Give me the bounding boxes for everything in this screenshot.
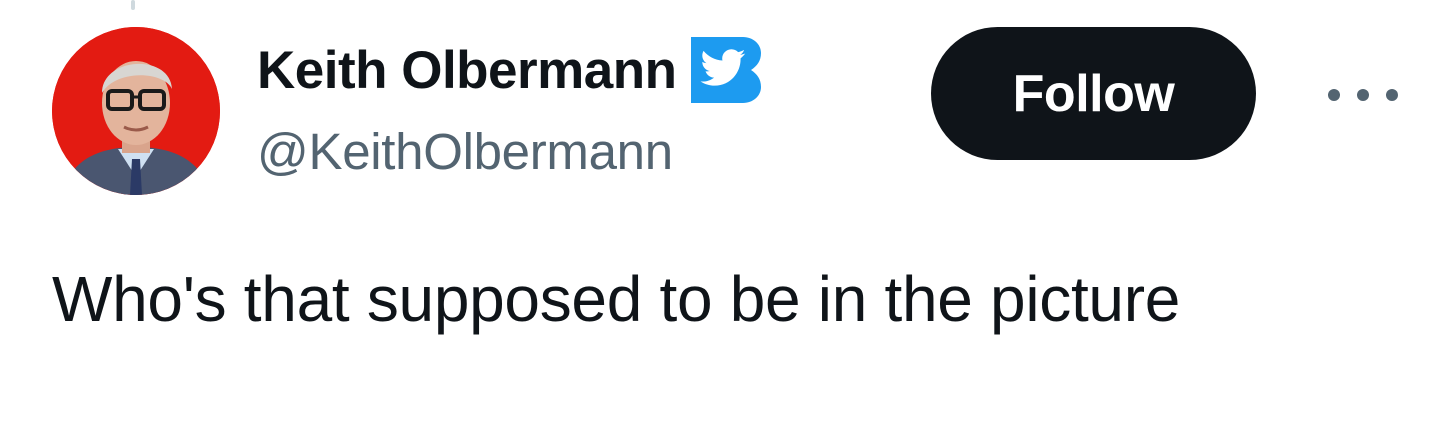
- follow-button[interactable]: Follow: [931, 27, 1256, 160]
- twitter-bird-badge-icon: [690, 37, 763, 103]
- author-handle[interactable]: @KeithOlbermann: [257, 122, 673, 181]
- more-dot: [1386, 89, 1398, 101]
- more-dot: [1328, 89, 1340, 101]
- thread-connector-line: [131, 0, 135, 10]
- more-dots-icon[interactable]: [1328, 78, 1398, 112]
- tweet-text: Who's that supposed to be in the picture: [52, 263, 1181, 335]
- avatar[interactable]: [52, 27, 220, 195]
- author-display-name[interactable]: Keith Olbermann: [257, 40, 677, 101]
- author-name-row: Keith Olbermann: [257, 37, 763, 103]
- avatar-photo: [52, 27, 220, 195]
- more-dot: [1357, 89, 1369, 101]
